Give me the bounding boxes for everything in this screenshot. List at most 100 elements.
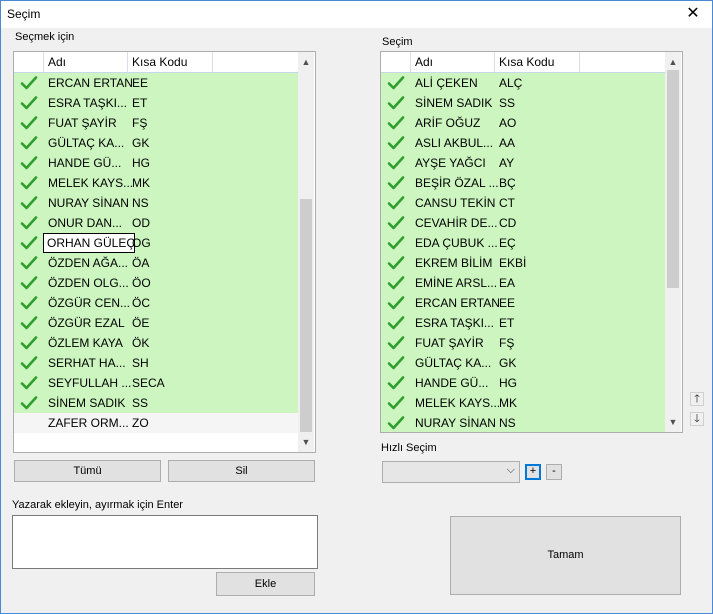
table-row[interactable]: SİNEM SADIK SS [14, 393, 298, 413]
column-header-code[interactable]: Kısa Kodu [132, 55, 187, 69]
checkmark-icon[interactable] [20, 95, 38, 111]
checkmark-icon[interactable] [20, 175, 38, 191]
checkmark-icon[interactable] [387, 295, 405, 311]
entry-input[interactable] [12, 515, 318, 569]
column-header-name[interactable]: Adı [415, 55, 433, 69]
table-row[interactable]: MELEK KAYS... MK [14, 173, 298, 193]
table-row[interactable]: MELEK KAYS... MK [381, 393, 665, 413]
clear-button[interactable]: Sil [168, 460, 315, 482]
scroll-down-icon[interactable]: ▼ [298, 434, 314, 450]
checkmark-icon[interactable] [20, 335, 38, 351]
table-row[interactable]: ONUR DAN... OD [14, 213, 298, 233]
checkmark-icon[interactable] [20, 395, 38, 411]
table-row[interactable]: AYŞE YAĞCI AY [381, 153, 665, 173]
checkmark-icon[interactable] [20, 295, 38, 311]
checkmark-icon[interactable] [20, 355, 38, 371]
checkmark-icon[interactable] [387, 335, 405, 351]
move-down-icon[interactable]: 🡓 [690, 412, 704, 426]
table-row[interactable]: NURAY SİNAN NS [14, 193, 298, 213]
checkmark-icon[interactable] [387, 235, 405, 251]
checkmark-icon[interactable] [387, 135, 405, 151]
table-row[interactable]: ERCAN ERTAN EE [381, 293, 665, 313]
table-row[interactable]: ÖZDEN OLG... ÖO [14, 273, 298, 293]
checkmark-icon[interactable] [387, 175, 405, 191]
selected-list[interactable]: Adı Kısa Kodu ALİ ÇEKEN ALÇ SİNEM SADIK SS A… [380, 51, 683, 433]
add-button[interactable]: Ekle [216, 572, 315, 596]
checkmark-icon[interactable] [387, 95, 405, 111]
checkmark-icon[interactable] [387, 195, 405, 211]
table-row[interactable]: HANDE GÜ... HG [381, 373, 665, 393]
checkmark-icon[interactable] [20, 415, 38, 431]
checkmark-icon[interactable] [387, 395, 405, 411]
table-row[interactable]: HANDE GÜ... HG [14, 153, 298, 173]
checkmark-icon[interactable] [387, 355, 405, 371]
checkmark-icon[interactable] [20, 375, 38, 391]
checkmark-icon[interactable] [387, 315, 405, 331]
checkmark-icon[interactable] [20, 235, 38, 251]
table-row[interactable]: GÜLTAÇ KA... GK [14, 133, 298, 153]
scroll-down-icon[interactable]: ▼ [665, 414, 681, 430]
checkmark-icon[interactable] [387, 415, 405, 431]
scroll-thumb[interactable] [667, 70, 679, 288]
row-code: AY [499, 156, 515, 170]
table-row[interactable]: FUAT ŞAYİR FŞ [381, 333, 665, 353]
table-row[interactable]: ÖZLEM KAYA ÖK [14, 333, 298, 353]
checkmark-icon[interactable] [20, 215, 38, 231]
checkmark-icon[interactable] [20, 275, 38, 291]
checkmark-icon[interactable] [387, 215, 405, 231]
scroll-up-icon[interactable]: ▲ [298, 54, 314, 70]
checkmark-icon[interactable] [387, 115, 405, 131]
scroll-thumb[interactable] [300, 199, 312, 432]
select-all-button[interactable]: Tümü [14, 460, 161, 482]
checkmark-icon[interactable] [387, 255, 405, 271]
table-row[interactable]: ORHAN GÜLEÇ OG [14, 233, 298, 253]
table-row[interactable]: ARİF OĞUZ AO [381, 113, 665, 133]
table-row[interactable]: ALİ ÇEKEN ALÇ [381, 73, 665, 93]
column-header-name[interactable]: Adı [48, 55, 66, 69]
checkmark-icon[interactable] [387, 75, 405, 91]
checkmark-icon[interactable] [20, 155, 38, 171]
table-row[interactable]: ERCAN ERTAN EE [14, 73, 298, 93]
row-name: ERCAN ERTAN [48, 76, 132, 90]
table-row[interactable]: ÖZDEN AĞA... ÖA [14, 253, 298, 273]
ok-button[interactable]: Tamam [450, 516, 681, 595]
move-up-icon[interactable]: 🡑 [690, 392, 704, 406]
checkmark-icon[interactable] [20, 115, 38, 131]
checkmark-icon[interactable] [387, 375, 405, 391]
table-row[interactable]: ZAFER ORM... ZO [14, 413, 298, 433]
table-row[interactable]: EKREM BİLİM EKBİ [381, 253, 665, 273]
checkmark-icon[interactable] [20, 75, 38, 91]
table-row[interactable]: ÖZGÜR CEN... ÖC [14, 293, 298, 313]
close-icon[interactable]: ✕ [678, 3, 708, 25]
checkmark-icon[interactable] [20, 255, 38, 271]
table-row[interactable]: EDA ÇUBUK ... EÇ [381, 233, 665, 253]
scroll-up-icon[interactable]: ▲ [665, 54, 681, 70]
quick-remove-button[interactable]: - [546, 464, 562, 480]
checkmark-icon[interactable] [387, 275, 405, 291]
checkmark-icon[interactable] [20, 315, 38, 331]
table-row[interactable]: ÖZGÜR EZAL ÖE [14, 313, 298, 333]
table-row[interactable]: GÜLTAÇ KA... GK [381, 353, 665, 373]
right-scrollbar[interactable]: ▲ ▼ [665, 52, 681, 432]
checkmark-icon[interactable] [20, 135, 38, 151]
quick-select-dropdown[interactable]: ⌵ [382, 461, 520, 483]
table-row[interactable]: NURAY SİNAN NS [381, 413, 665, 432]
table-row[interactable]: CEVAHİR DE... CD [381, 213, 665, 233]
checkmark-icon[interactable] [20, 195, 38, 211]
table-row[interactable]: ESRA TAŞKI... ET [381, 313, 665, 333]
table-row[interactable]: SİNEM SADIK SS [381, 93, 665, 113]
table-row[interactable]: SERHAT HA... SH [14, 353, 298, 373]
table-row[interactable]: SEYFULLAH ... SECA [14, 373, 298, 393]
column-header-code[interactable]: Kısa Kodu [499, 55, 554, 69]
quick-add-button[interactable]: + [525, 464, 541, 480]
available-list[interactable]: Adı Kısa Kodu ERCAN ERTAN EE ESRA TAŞKI...… [13, 51, 316, 453]
table-row[interactable]: CANSU TEKİN CT [381, 193, 665, 213]
row-name: EKREM BİLİM [415, 256, 493, 270]
checkmark-icon[interactable] [387, 155, 405, 171]
table-row[interactable]: BEŞİR ÖZAL ... BÇ [381, 173, 665, 193]
table-row[interactable]: FUAT ŞAYİR FŞ [14, 113, 298, 133]
table-row[interactable]: EMİNE ARSL... EA [381, 273, 665, 293]
left-scrollbar[interactable]: ▲ ▼ [298, 52, 314, 452]
table-row[interactable]: ASLI AKBUL... AA [381, 133, 665, 153]
table-row[interactable]: ESRA TAŞKI... ET [14, 93, 298, 113]
